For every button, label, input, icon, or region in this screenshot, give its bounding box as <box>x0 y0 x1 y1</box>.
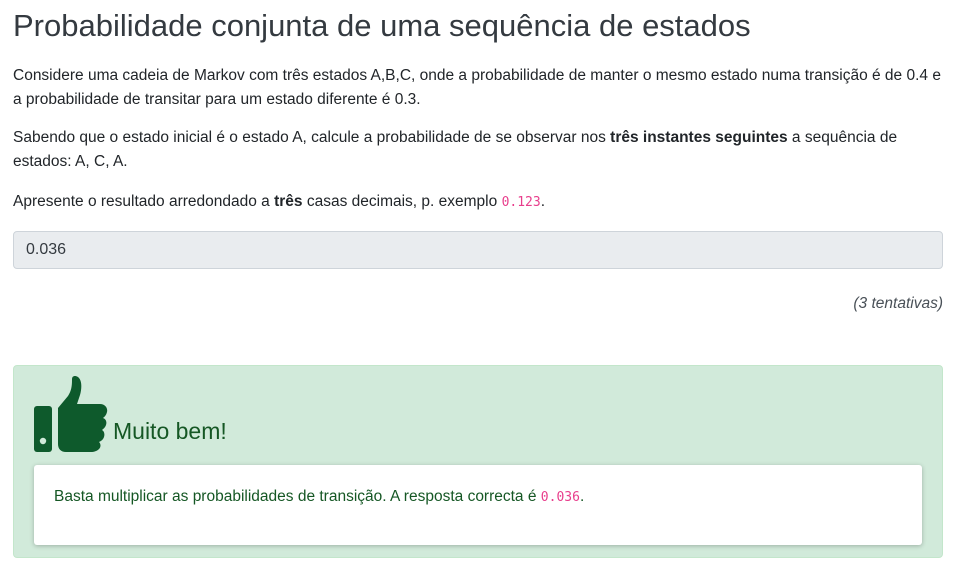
instruction-text: . <box>540 193 546 210</box>
correct-answer-code: 0.036 <box>540 490 580 505</box>
feedback-explanation: Basta multiplicar as probabilidades de t… <box>34 465 922 545</box>
question-paragraph-2: Sabendo que o estado inicial é o estado … <box>13 126 943 174</box>
question-text: Sabendo que o estado inicial é o estado … <box>13 129 611 146</box>
instruction-emphasis: três <box>274 193 303 210</box>
instruction-text: Apresente o resultado arredondado a <box>13 193 275 210</box>
attempts-count: (3 tentativas) <box>853 295 943 312</box>
page-title: Probabilidade conjunta de uma sequência … <box>13 8 751 43</box>
example-code: 0.123 <box>501 195 541 210</box>
instruction-text: casas decimais, p. exemplo <box>302 193 502 210</box>
question-paragraph-1: Considere uma cadeia de Markov com três … <box>13 67 941 108</box>
answer-input[interactable]: 0.036 <box>13 231 943 269</box>
question-paragraph-3: Apresente o resultado arredondado a três… <box>13 190 943 215</box>
explanation-text: Basta multiplicar as probabilidades de t… <box>54 488 541 505</box>
question-emphasis: três instantes seguintes <box>610 129 788 146</box>
result-label: Muito bem! <box>113 418 227 444</box>
thumbs-up-icon <box>34 376 108 452</box>
explanation-text: . <box>579 488 585 505</box>
feedback-panel: Muito bem! Basta multiplicar as probabil… <box>13 365 943 558</box>
